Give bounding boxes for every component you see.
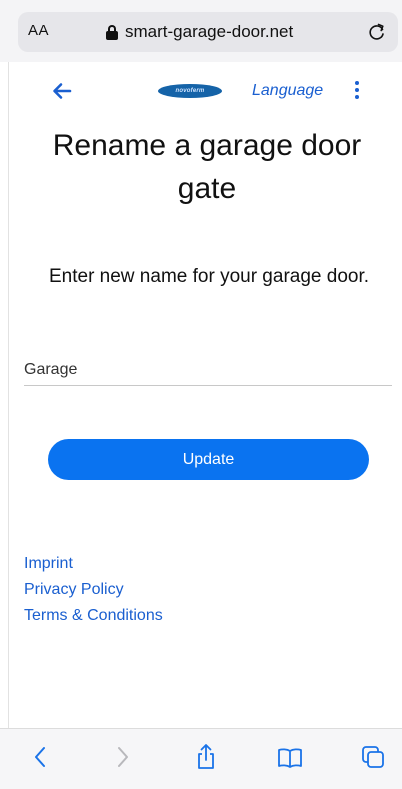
imprint-link[interactable]: Imprint <box>24 551 163 577</box>
lock-icon <box>106 24 118 40</box>
garage-name-input[interactable] <box>24 354 392 386</box>
browser-top-bar: AA smart-garage-door.net <box>0 0 402 62</box>
reload-icon[interactable] <box>366 21 388 43</box>
bookmarks-icon[interactable] <box>276 743 304 771</box>
url-text: smart-garage-door.net <box>125 22 294 41</box>
more-options-icon[interactable] <box>354 81 360 101</box>
footer-links: Imprint Privacy Policy Terms & Condition… <box>24 551 163 629</box>
browser-bottom-toolbar <box>0 728 402 789</box>
language-link[interactable]: Language <box>252 82 323 100</box>
update-button[interactable]: Update <box>48 439 369 480</box>
tabs-icon[interactable] <box>359 743 387 771</box>
url-display[interactable]: smart-garage-door.net <box>106 22 293 42</box>
address-bar[interactable]: AA smart-garage-door.net <box>18 12 398 52</box>
reader-options-button[interactable]: AA <box>28 22 49 39</box>
brand-logo-text: novoferm <box>175 88 205 94</box>
reader-options-label: AA <box>28 22 50 39</box>
page-header: novoferm Language <box>0 62 402 122</box>
instruction-text: Enter new name for your garage door. <box>48 266 370 287</box>
back-chevron-icon[interactable] <box>27 743 55 771</box>
privacy-policy-link[interactable]: Privacy Policy <box>24 577 163 603</box>
forward-chevron-icon[interactable] <box>108 743 136 771</box>
terms-conditions-link[interactable]: Terms & Conditions <box>24 603 163 629</box>
page-left-border <box>8 62 9 728</box>
page-title: Rename a garage door gate <box>52 129 362 205</box>
back-arrow-icon[interactable] <box>52 82 72 100</box>
brand-logo: novoferm <box>158 84 222 98</box>
share-icon[interactable] <box>192 743 220 771</box>
